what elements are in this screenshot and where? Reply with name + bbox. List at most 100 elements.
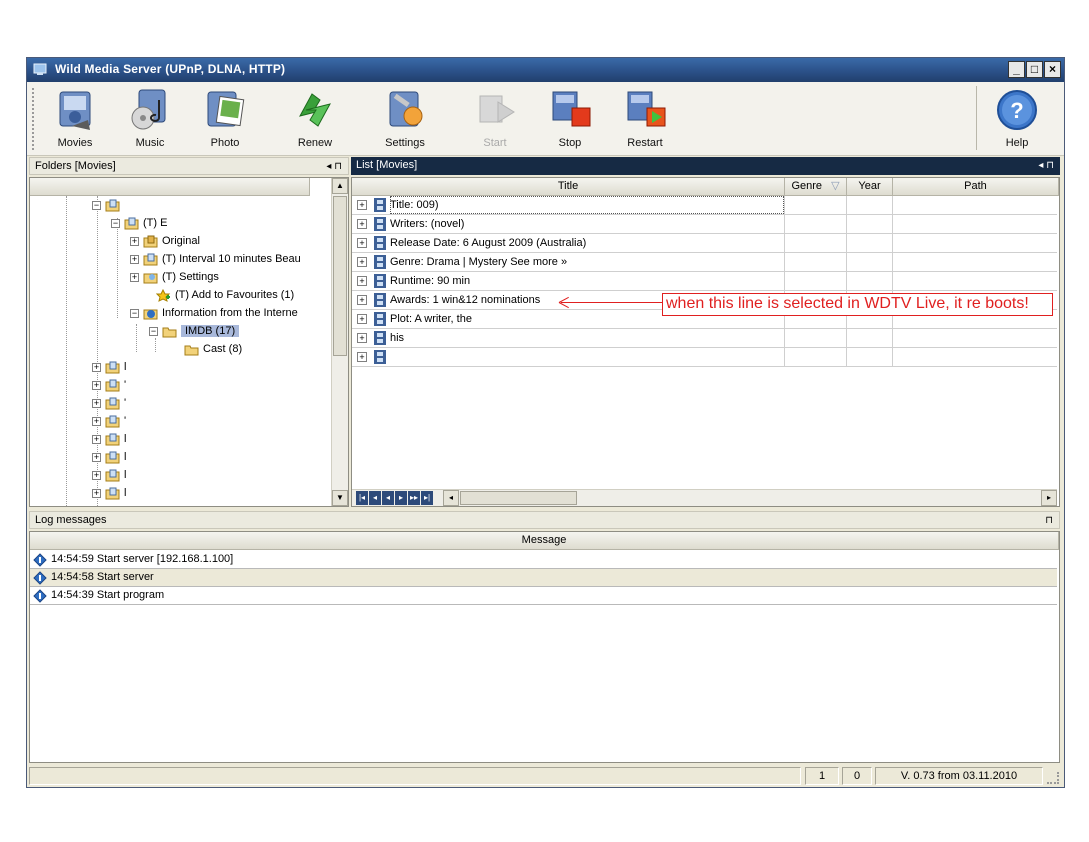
minimize-button[interactable]: _	[1008, 61, 1025, 78]
tree-node-imdb[interactable]: − IMDB (17)	[149, 322, 240, 340]
row-expander[interactable]: +	[357, 238, 367, 248]
tree-expander[interactable]: +	[130, 272, 139, 282]
photo-button[interactable]: Photo	[190, 86, 260, 152]
nav-forward-button[interactable]: ▸▸	[408, 491, 420, 505]
scroll-up-button[interactable]: ▲	[332, 178, 348, 194]
tree-node[interactable]: + l	[92, 484, 126, 502]
tree-expander[interactable]: −	[130, 308, 139, 318]
settings-button[interactable]: Settings	[370, 86, 440, 152]
tree-expander[interactable]: +	[92, 470, 101, 480]
tree-node[interactable]: Cast (8)	[171, 340, 242, 358]
tree-expander[interactable]: +	[92, 380, 101, 390]
tree-expander[interactable]: +	[92, 416, 101, 426]
column-year[interactable]: Year	[847, 178, 893, 196]
list-item[interactable]: + his	[352, 329, 1057, 348]
tree-expander[interactable]: −	[111, 218, 120, 228]
log-panel-controls[interactable]: ⊓	[1045, 512, 1053, 529]
nav-prev-button[interactable]: ◂	[369, 491, 381, 505]
column-path[interactable]: Path	[893, 178, 1059, 196]
scroll-thumb[interactable]	[333, 196, 347, 356]
status-version: V. 0.73 from 03.11.2010	[875, 767, 1043, 785]
scroll-left-button[interactable]: ◂	[443, 490, 459, 506]
column-genre-label: Genre	[791, 180, 823, 192]
tree-expander[interactable]: −	[92, 200, 101, 210]
tree-node[interactable]: + l	[92, 466, 126, 484]
tree-node[interactable]: + (T) Interval 10 minutes Beau	[130, 250, 301, 268]
stop-button[interactable]: Stop	[535, 86, 605, 152]
renew-button[interactable]: Renew	[280, 86, 350, 152]
list-item[interactable]: + Runtime: 90 min	[352, 272, 1057, 291]
list-item[interactable]: +	[352, 348, 1057, 367]
tree-node[interactable]: − Information from the Interne	[130, 304, 298, 322]
list-hscrollbar[interactable]: |◂ ◂ ◂ ▸ ▸▸ ▸| ◂ ▸	[352, 489, 1057, 506]
status-count-2: 0	[842, 767, 872, 785]
tree-node[interactable]: −	[92, 196, 124, 214]
row-expander[interactable]: +	[357, 200, 367, 210]
toolbar-grip[interactable]	[32, 88, 35, 150]
tree-expander[interactable]: +	[130, 254, 139, 264]
log-entry[interactable]: 14:54:59 Start server [192.168.1.100]	[30, 551, 1057, 569]
row-expander[interactable]: +	[357, 352, 367, 362]
list-item-text: Release Date: 6 August 2009 (Australia)	[390, 237, 587, 249]
tree-node[interactable]: + '	[92, 376, 126, 394]
nav-next-button[interactable]: ▸	[395, 491, 407, 505]
tree-node[interactable]: + '	[92, 412, 126, 430]
tree-node[interactable]: (T) Add to Favourites (1)	[143, 286, 294, 304]
start-button[interactable]: Start	[460, 86, 530, 152]
tree-node[interactable]: + (T) Settings	[130, 268, 219, 286]
movies-label: Movies	[57, 137, 93, 149]
tree-node[interactable]: + '	[92, 394, 126, 412]
row-expander[interactable]: +	[357, 333, 367, 343]
tree-node-label: Cast (8)	[203, 343, 243, 355]
tree-node[interactable]: − (T) E	[111, 214, 167, 232]
scroll-down-button[interactable]: ▼	[332, 490, 348, 506]
tree-expander[interactable]: +	[92, 488, 101, 498]
nav-back-button[interactable]: ◂	[382, 491, 394, 505]
restart-button[interactable]: Restart	[610, 86, 680, 152]
row-expander[interactable]: +	[357, 257, 367, 267]
tree-expander[interactable]: +	[92, 362, 101, 372]
folder-icon	[105, 451, 120, 464]
log-entry[interactable]: 14:54:39 Start program	[30, 587, 1057, 605]
tree-expander[interactable]: +	[92, 434, 101, 444]
title-bar[interactable]: Wild Media Server (UPnP, DLNA, HTTP) _ □…	[27, 58, 1064, 82]
column-title[interactable]: Title	[352, 178, 785, 196]
row-expander[interactable]: +	[357, 276, 367, 286]
tree-node[interactable]: + Original	[130, 232, 200, 250]
open-folder-icon	[162, 327, 177, 338]
hscroll-thumb[interactable]	[460, 491, 577, 505]
maximize-button[interactable]: □	[1026, 61, 1043, 78]
folders-panel-controls[interactable]: ◂ ⊓	[326, 158, 342, 175]
row-expander[interactable]: +	[357, 314, 367, 324]
list-item[interactable]: + Genre: Drama | Mystery See more »	[352, 253, 1057, 272]
row-expander[interactable]: +	[357, 295, 367, 305]
tree-node[interactable]: + l	[92, 448, 126, 466]
tree-scrollbar[interactable]: ▲ ▼	[331, 178, 348, 506]
tree-expander[interactable]: +	[92, 452, 101, 462]
list-panel-controls[interactable]: ◂ ⊓	[1038, 157, 1054, 174]
row-expander[interactable]: +	[357, 219, 367, 229]
tree-node[interactable]: + l	[92, 358, 126, 376]
scroll-right-button[interactable]: ▸	[1041, 490, 1057, 506]
resize-grip[interactable]	[1047, 772, 1059, 784]
list-item[interactable]: + Release Date: 6 August 2009 (Australia…	[352, 234, 1057, 253]
music-button[interactable]: Music	[115, 86, 185, 152]
info-icon	[33, 589, 47, 603]
log-entry[interactable]: 14:54:58 Start server	[30, 569, 1057, 587]
close-button[interactable]: ×	[1044, 61, 1061, 78]
nav-first-button[interactable]: |◂	[356, 491, 368, 505]
tree-node-label: l	[124, 487, 127, 499]
tree-node[interactable]: + l	[92, 430, 126, 448]
list-item[interactable]: + Writers: (novel)	[352, 215, 1057, 234]
column-genre[interactable]: Genre ▽	[785, 178, 847, 196]
movies-button[interactable]: Movies	[40, 86, 110, 152]
main-window: Wild Media Server (UPnP, DLNA, HTTP) _ □…	[26, 57, 1065, 788]
nav-last-button[interactable]: ▸|	[421, 491, 433, 505]
tree-expander[interactable]: +	[92, 398, 101, 408]
column-message[interactable]: Message	[30, 532, 1059, 550]
list-item[interactable]: + Title: 009)	[352, 196, 1057, 215]
tree-expander[interactable]: −	[149, 326, 158, 336]
tree-expander[interactable]: +	[130, 236, 139, 246]
settings-label: Settings	[385, 137, 425, 149]
help-button[interactable]: ? Help	[982, 86, 1052, 152]
